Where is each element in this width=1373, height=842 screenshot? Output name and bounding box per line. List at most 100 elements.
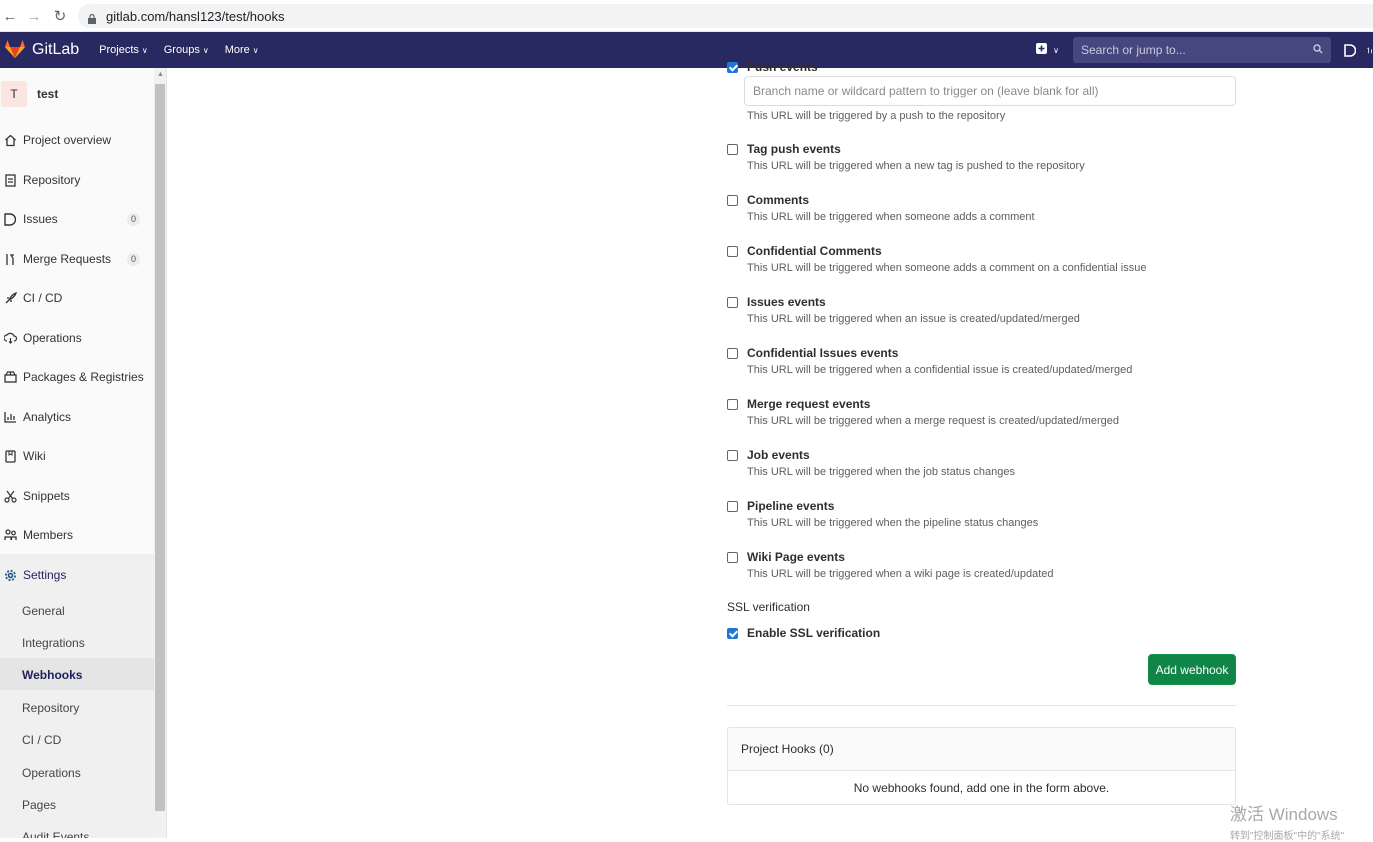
sidebar-item-label: Operations bbox=[23, 331, 82, 345]
reload-icon[interactable]: ↻ bbox=[50, 6, 70, 26]
sidebar-item-label: Members bbox=[23, 528, 74, 542]
settings-sub-pages[interactable]: Pages bbox=[22, 789, 56, 821]
event-label: Confidential Comments bbox=[747, 244, 882, 258]
event-desc: This URL will be triggered when a merge … bbox=[747, 415, 1119, 427]
nav-groups[interactable]: Groups ∨ bbox=[164, 44, 209, 56]
project-avatar: T bbox=[1, 81, 27, 107]
sidebar-item-issues[interactable]: Issues 0 bbox=[0, 203, 155, 235]
event-checkbox[interactable] bbox=[727, 552, 738, 563]
search-icon bbox=[1313, 43, 1323, 57]
sidebar-item-members[interactable]: Members bbox=[0, 519, 155, 551]
scrollbar-thumb[interactable] bbox=[155, 84, 165, 811]
sidebar-item-label: Merge Requests bbox=[23, 252, 112, 266]
push-events-label: Push events bbox=[747, 60, 818, 74]
sidebar-item-settings[interactable]: Settings bbox=[0, 559, 155, 591]
settings-sub-operations[interactable]: Operations bbox=[22, 757, 81, 789]
event-label: Pipeline events bbox=[747, 499, 835, 513]
scissors-icon bbox=[3, 489, 17, 503]
event-checkbox[interactable] bbox=[727, 297, 738, 308]
nav-more[interactable]: More ∨ bbox=[225, 44, 259, 56]
event-checkbox[interactable] bbox=[727, 399, 738, 410]
rocket-icon bbox=[3, 291, 17, 305]
sidebar-item-analytics[interactable]: Analytics bbox=[0, 401, 155, 433]
project-hooks-panel: Project Hooks (0) No webhooks found, add… bbox=[727, 727, 1236, 805]
ssl-verification-heading: SSL verification bbox=[727, 600, 810, 614]
sidebar-item-packages-registries[interactable]: Packages & Registries bbox=[0, 361, 155, 393]
sidebar-item-merge-requests[interactable]: Merge Requests 0 bbox=[0, 243, 155, 275]
nav-projects[interactable]: Projects ∨ bbox=[99, 44, 148, 56]
settings-sub-audit-events[interactable]: Audit Events bbox=[22, 821, 89, 838]
event-checkbox[interactable] bbox=[727, 246, 738, 257]
push-events-checkbox[interactable] bbox=[727, 62, 738, 73]
event-label: Issues events bbox=[747, 295, 826, 309]
merge-requests-count-badge: 0 bbox=[127, 252, 140, 266]
event-desc: This URL will be triggered when someone … bbox=[747, 211, 1035, 223]
issues-icon bbox=[3, 212, 17, 226]
sidebar-item-operations[interactable]: Operations bbox=[0, 322, 155, 354]
settings-sub-general[interactable]: General bbox=[22, 595, 65, 627]
browser-toolbar: ← → ↻ gitlab.com/hansl123/test/hooks bbox=[0, 0, 1373, 32]
sidebar-item-label: Issues bbox=[23, 212, 58, 226]
settings-sub-repository[interactable]: Repository bbox=[22, 692, 79, 724]
url-text: gitlab.com/hansl123/test/hooks bbox=[106, 8, 285, 24]
sidebar-item-wiki[interactable]: Wiki bbox=[0, 440, 155, 472]
event-desc: This URL will be triggered when the pipe… bbox=[747, 517, 1039, 529]
event-checkbox[interactable] bbox=[727, 348, 738, 359]
search-input[interactable]: Search or jump to... bbox=[1073, 37, 1331, 63]
add-webhook-button[interactable]: Add webhook bbox=[1148, 654, 1236, 685]
sidebar-item-label: CI / CD bbox=[23, 291, 63, 305]
ssl-checkbox[interactable] bbox=[727, 628, 738, 639]
event-checkbox[interactable] bbox=[727, 144, 738, 155]
issues-nav-icon[interactable] bbox=[1341, 43, 1359, 57]
push-events-option[interactable]: Push events bbox=[727, 60, 927, 74]
issues-count-badge: 0 bbox=[127, 212, 140, 226]
event-label: Confidential Issues events bbox=[747, 346, 899, 360]
event-label: Comments bbox=[747, 193, 810, 207]
sidebar-item-label: Packages & Registries bbox=[23, 370, 144, 384]
lock-icon bbox=[88, 12, 96, 24]
chevron-down-icon: ∨ bbox=[202, 45, 209, 55]
project-hooks-title: Project Hooks (0) bbox=[728, 728, 1235, 771]
settings-sub-ci-cd[interactable]: CI / CD bbox=[22, 724, 61, 756]
nav-projects-label: Projects bbox=[99, 44, 139, 56]
sidebar-item-project-overview[interactable]: Project overview bbox=[0, 124, 155, 156]
chevron-down-icon: ∨ bbox=[141, 45, 148, 55]
settings-sub-webhooks[interactable]: Webhooks bbox=[22, 659, 82, 691]
new-dropdown-button[interactable]: ∨ bbox=[1036, 43, 1059, 57]
settings-sub-integrations[interactable]: Integrations bbox=[22, 627, 85, 659]
event-label: Tag push events bbox=[747, 142, 841, 156]
scroll-up-arrow-icon[interactable]: ▲ bbox=[157, 71, 164, 78]
no-hooks-message: No webhooks found, add one in the form a… bbox=[853, 781, 1110, 795]
watermark-line2: 转到"控制面板"中的"系统" bbox=[1230, 831, 1345, 842]
event-checkbox[interactable] bbox=[727, 450, 738, 461]
event-checkbox[interactable] bbox=[727, 195, 738, 206]
sidebar-item-label: Project overview bbox=[23, 133, 112, 147]
chart-icon bbox=[3, 410, 17, 424]
event-checkbox[interactable] bbox=[727, 501, 738, 512]
search-placeholder: Search or jump to... bbox=[1081, 43, 1186, 57]
sidebar-item-label: Settings bbox=[23, 568, 67, 582]
webhook-form: Push events This URL will be triggered b… bbox=[167, 60, 1373, 838]
address-bar[interactable]: gitlab.com/hansl123/test/hooks bbox=[78, 4, 1373, 28]
event-desc: This URL will be triggered when a new ta… bbox=[747, 160, 1085, 172]
sidebar-scrollbar[interactable]: ▲ bbox=[154, 68, 166, 838]
sidebar-item-repository[interactable]: Repository bbox=[0, 164, 155, 196]
sidebar-item-label: Snippets bbox=[23, 489, 70, 503]
sidebar-item-ci-cd[interactable]: CI / CD bbox=[0, 282, 155, 314]
sidebar-item-label: Wiki bbox=[23, 449, 46, 463]
project-name: test bbox=[37, 87, 59, 101]
branch-filter-input[interactable] bbox=[744, 76, 1236, 106]
home-icon bbox=[3, 133, 17, 147]
sidebar-item-snippets[interactable]: Snippets bbox=[0, 480, 155, 512]
brand-name: GitLab bbox=[32, 41, 80, 58]
project-header[interactable]: T test bbox=[0, 78, 58, 110]
gitlab-home-link[interactable]: GitLab bbox=[4, 39, 99, 62]
merge-requests-nav-icon[interactable] bbox=[1367, 44, 1373, 57]
event-label: Job events bbox=[747, 448, 810, 462]
book-icon bbox=[3, 449, 17, 463]
forward-icon[interactable]: → bbox=[24, 6, 44, 26]
sidebar-item-label: Repository bbox=[23, 173, 81, 187]
ssl-checkbox-label: Enable SSL verification bbox=[747, 626, 881, 640]
back-icon[interactable]: ← bbox=[0, 6, 20, 26]
event-desc: This URL will be triggered when a confid… bbox=[747, 364, 1133, 376]
